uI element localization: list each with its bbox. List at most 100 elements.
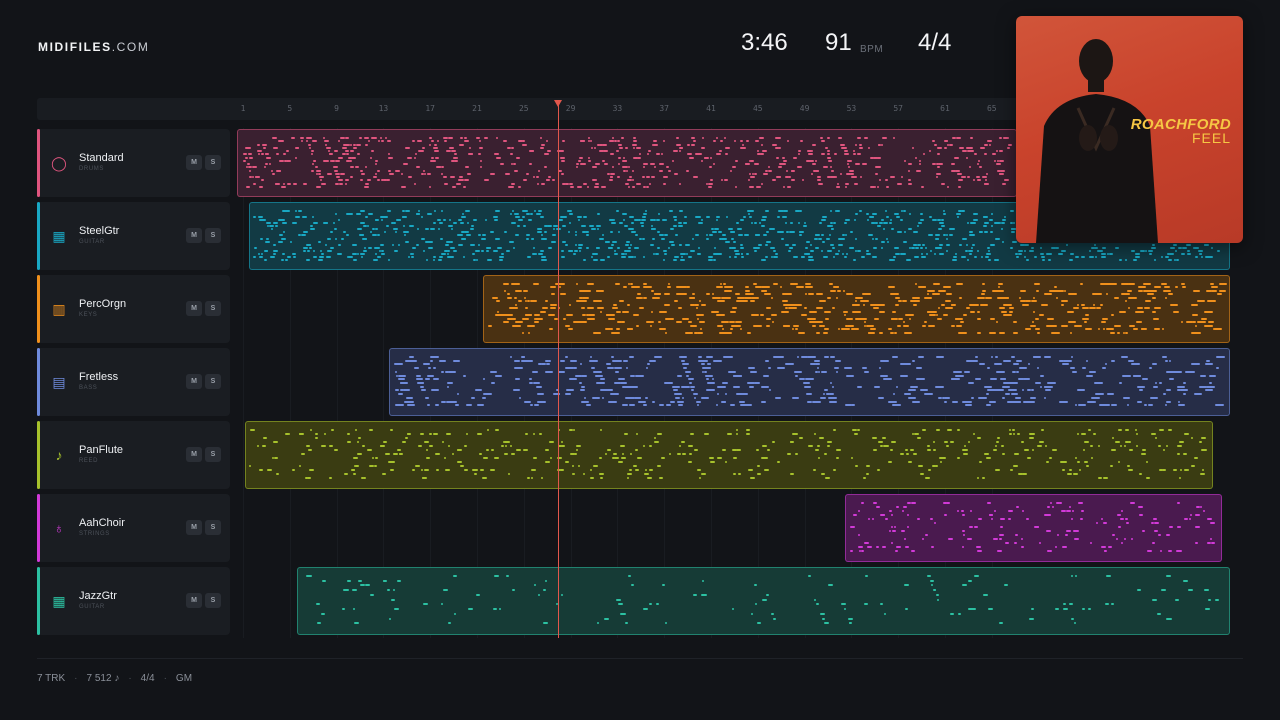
playhead[interactable] [558,100,559,638]
midi-note [790,473,795,475]
midi-note [822,255,828,258]
mute-button[interactable]: M [186,447,202,462]
midi-note [969,137,973,139]
midi-note [327,150,330,152]
midi-note [404,240,409,243]
midi-note [912,359,916,362]
midi-note [961,176,967,178]
midi-note [261,252,264,255]
track-region-standard[interactable] [237,129,1017,197]
midi-note [329,477,333,479]
midi-note [980,146,986,149]
midi-note [684,331,693,334]
track-region-aahchoir[interactable] [845,494,1222,562]
midi-note [897,317,903,320]
track-header-fretless[interactable]: ▤ Fretless BASS M S [37,348,230,416]
midi-note [650,243,655,246]
track-header-jazzgtr[interactable]: ▦ JazzGtr GUITAR M S [37,567,230,635]
midi-note [744,296,753,299]
midi-note [514,169,519,172]
track-header-percorgn[interactable]: ▥ PercOrgn KEYS M S [37,275,230,343]
midi-note [637,396,641,399]
solo-button[interactable]: S [205,593,221,608]
midi-note [684,216,687,219]
track-header-standard[interactable]: ◯ Standard DRUMS M S [37,129,230,197]
midi-note [576,445,582,447]
midi-note [1061,249,1067,252]
track-color-bar [37,348,40,416]
midi-note [1012,331,1018,334]
midi-note [670,243,675,246]
track-category: STRINGS [79,531,110,537]
midi-note [931,219,937,222]
midi-note [590,477,595,479]
midi-note [642,255,645,258]
midi-note [764,289,767,292]
midi-note [661,237,666,240]
midi-note [892,310,897,313]
midi-note [886,240,889,243]
midi-note [826,249,832,252]
midi-note [748,385,754,388]
midi-note [1208,321,1215,324]
midi-note [284,210,290,212]
mute-button[interactable]: M [186,301,202,316]
track-header-steelgtr[interactable]: ▦ SteelGtr GUITAR M S [37,202,230,270]
solo-button[interactable]: S [205,228,221,243]
midi-note [1217,249,1221,252]
track-header-aahchoir[interactable]: ♁ AahChoir STRINGS M S [37,494,230,562]
midi-note [562,216,567,219]
midi-note [463,445,467,447]
midi-note [447,137,453,139]
track-header-panflute[interactable]: ♪ PanFlute REED M S [37,421,230,489]
midi-note [818,237,823,240]
solo-button[interactable]: S [205,520,221,535]
track-region-panflute[interactable] [245,421,1213,489]
mute-button[interactable]: M [186,228,202,243]
midi-note [1102,328,1105,331]
midi-note [955,324,962,327]
playhead-marker[interactable] [554,100,562,107]
midi-note [924,534,928,536]
midi-note [696,317,699,320]
midi-note [990,243,996,246]
midi-note [629,374,635,377]
midi-note [689,324,697,327]
midi-note [575,283,578,285]
mute-button[interactable]: M [186,155,202,170]
midi-note [794,210,800,212]
midi-note [1008,429,1011,431]
solo-button[interactable]: S [205,301,221,316]
midi-note [723,283,727,285]
midi-note [451,453,454,455]
midi-note [1015,359,1022,362]
midi-note [835,252,840,255]
midi-note [448,219,451,222]
midi-note [1014,542,1018,544]
midi-note [539,216,544,219]
midi-note [859,146,864,149]
midi-note [1041,255,1046,258]
solo-button[interactable]: S [205,447,221,462]
midi-note [609,176,613,178]
midi-note [394,169,400,172]
midi-note [1161,283,1168,285]
midi-note [353,457,359,459]
midi-note [560,249,564,252]
midi-note [875,172,879,175]
midi-note [762,150,768,152]
midi-note [742,146,746,149]
mute-button[interactable]: M [186,520,202,535]
midi-note [1102,404,1111,407]
mute-button[interactable]: M [186,593,202,608]
midi-note [829,176,835,178]
solo-button[interactable]: S [205,155,221,170]
solo-button[interactable]: S [205,374,221,389]
midi-note [716,216,721,219]
track-region-jazzgtr[interactable] [297,567,1230,635]
midi-note [985,172,988,175]
midi-note [310,150,314,152]
midi-note [872,502,877,504]
mute-button[interactable]: M [186,374,202,389]
midi-note [1008,310,1013,313]
